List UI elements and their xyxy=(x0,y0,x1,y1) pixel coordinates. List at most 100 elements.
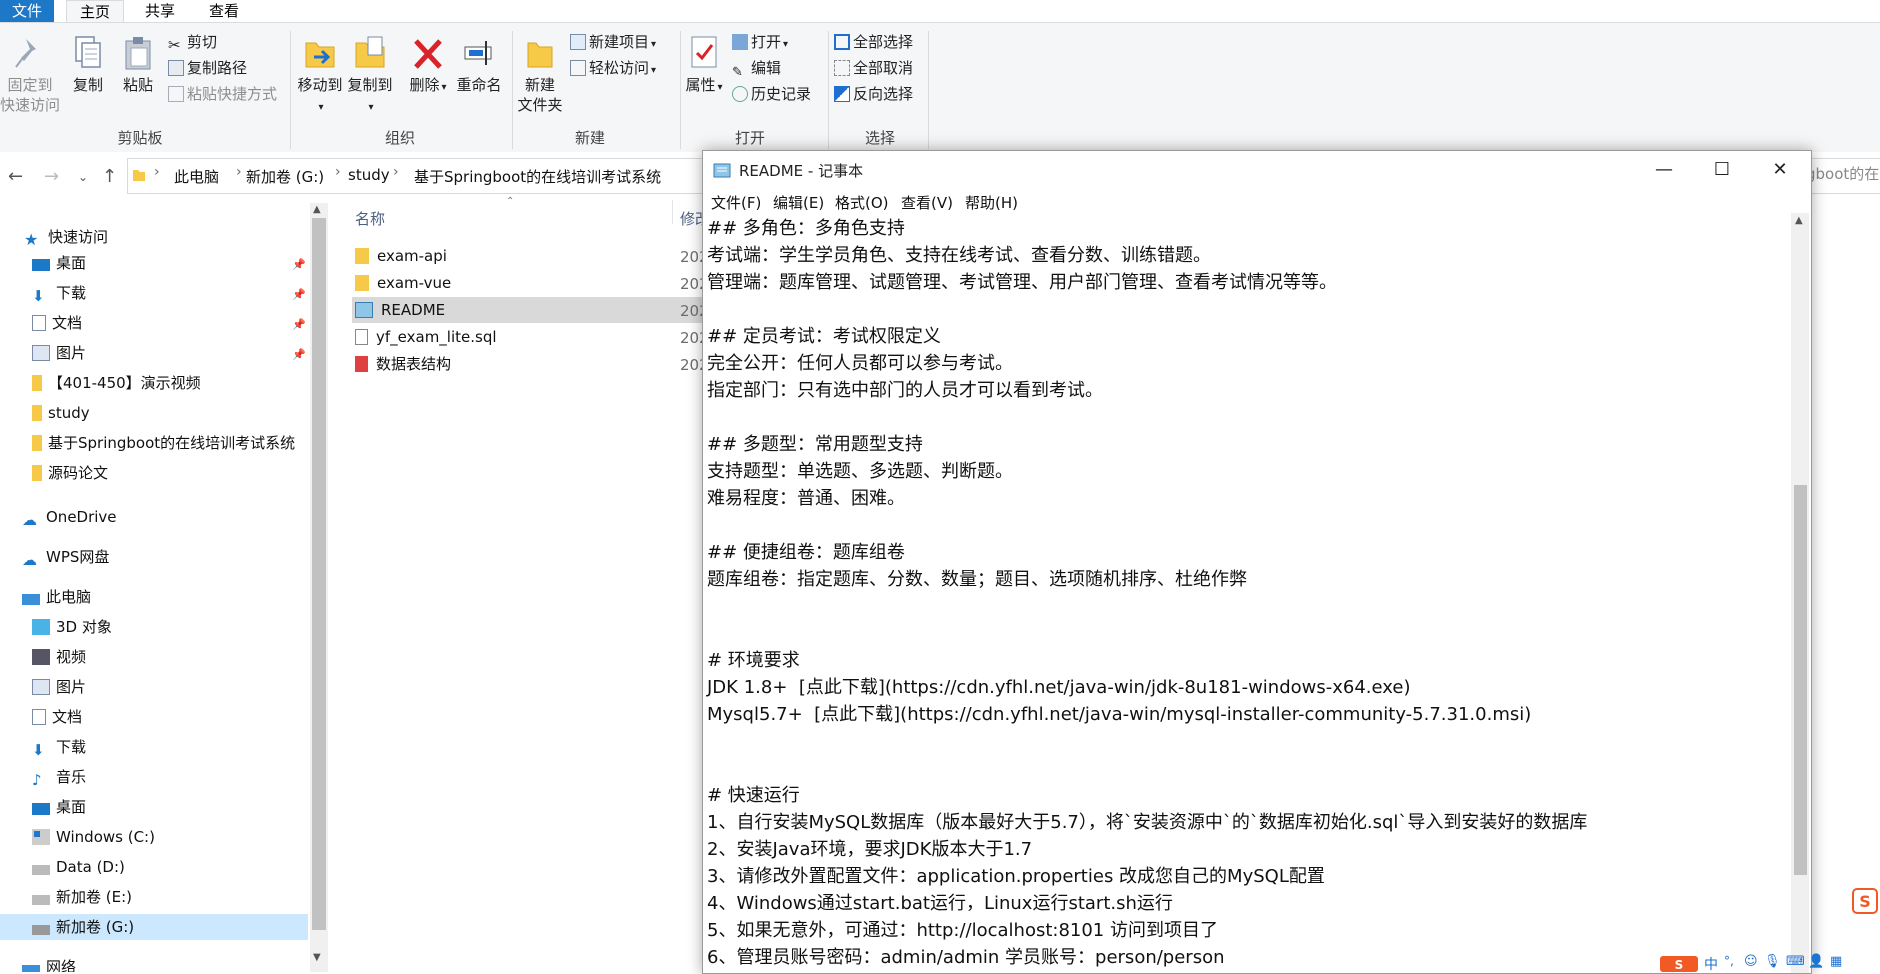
nav-folder-study[interactable]: study xyxy=(32,400,90,426)
cut-button[interactable]: ✂ 剪切 xyxy=(168,31,217,54)
rename-icon xyxy=(464,41,492,65)
up-arrow-icon[interactable]: ↑ xyxy=(102,166,117,187)
sort-up-chevron-icon: ⌃ xyxy=(506,196,515,207)
close-icon[interactable]: ✕ xyxy=(1757,157,1803,183)
forward-arrow-icon[interactable]: → xyxy=(44,166,59,187)
list-item[interactable]: exam-api xyxy=(355,243,447,269)
tab-view[interactable]: 查看 xyxy=(204,0,244,22)
sogou-ime-icon[interactable]: S xyxy=(1852,888,1878,914)
invert-selection-button[interactable]: 反向选择 xyxy=(834,83,913,105)
ime-mode-label[interactable]: 中 xyxy=(1704,954,1718,974)
punctuation-icon[interactable]: °, xyxy=(1724,954,1734,968)
nav-this-pc[interactable]: 此电脑 xyxy=(22,584,91,610)
scroll-up-arrow-icon[interactable]: ▲ xyxy=(1795,215,1803,226)
notepad-scrollbar-thumb[interactable] xyxy=(1794,485,1807,875)
recent-locations-chevron-icon[interactable]: ⌄ xyxy=(78,170,88,184)
back-arrow-icon[interactable]: ← xyxy=(8,166,23,187)
column-divider[interactable] xyxy=(672,200,673,224)
select-all-label: 全部选择 xyxy=(853,33,914,51)
nav-drive-e[interactable]: 新加卷 (E:) xyxy=(32,884,132,910)
nav-drive-g[interactable]: 新加卷 (G:) xyxy=(0,914,308,940)
minimize-icon[interactable]: — xyxy=(1641,157,1687,183)
file-name: exam-api xyxy=(377,247,447,265)
menu-format[interactable]: 格式(O) xyxy=(835,192,889,213)
history-button[interactable]: 历史记录 xyxy=(732,83,811,105)
grid-icon[interactable]: ▦ xyxy=(1830,954,1842,969)
nav-wps[interactable]: ☁ WPS网盘 xyxy=(22,544,109,570)
list-item[interactable]: yf_exam_lite.sql xyxy=(355,324,497,350)
new-folder-button[interactable]: 新建 文件夹 xyxy=(516,33,564,115)
column-header-name[interactable]: 名称 xyxy=(355,208,385,229)
nav-label: 文档 xyxy=(52,314,83,332)
list-item[interactable]: README xyxy=(355,297,445,323)
nav-documents[interactable]: 文档 xyxy=(32,310,82,336)
paste-shortcut-button[interactable]: 粘贴快捷方式 xyxy=(168,83,277,105)
breadcrumb-this-pc[interactable]: 此电脑 xyxy=(174,166,219,187)
menu-view[interactable]: 查看(V) xyxy=(901,192,953,213)
breadcrumb-study[interactable]: study xyxy=(348,166,390,184)
open-button[interactable]: 打开 ▾ xyxy=(732,31,788,53)
microphone-icon[interactable]: 🎙 xyxy=(1764,954,1781,969)
menu-file[interactable]: 文件(F) xyxy=(711,192,761,213)
nav-3d-objects[interactable]: 3D 对象 xyxy=(32,614,112,640)
scroll-down-arrow-icon[interactable]: ▼ xyxy=(313,952,321,963)
nav-drive-d[interactable]: Data (D:) xyxy=(32,854,125,880)
picture-icon xyxy=(32,345,50,361)
file-name: 数据表结构 xyxy=(376,355,452,373)
notepad-title-bar[interactable]: README - 记事本 — ☐ ✕ xyxy=(703,151,1811,189)
nav-folder-papers[interactable]: 源码论文 xyxy=(32,460,108,486)
properties-button[interactable]: 属性 ▾ xyxy=(684,33,724,98)
tab-share[interactable]: 共享 xyxy=(140,0,180,22)
list-item[interactable]: exam-vue xyxy=(355,270,451,296)
breadcrumb-project[interactable]: 基于Springboot的在线培训考试系统 xyxy=(414,166,661,187)
emoji-icon[interactable]: ☺ xyxy=(1744,954,1758,969)
move-folder-icon xyxy=(305,42,335,68)
nav-onedrive[interactable]: ☁ OneDrive xyxy=(22,504,117,530)
maximize-icon[interactable]: ☐ xyxy=(1699,157,1745,183)
menu-help[interactable]: 帮助(H) xyxy=(965,192,1018,213)
notepad-text-area[interactable]: ## 多角色：多角色支持 考试端：学生学员角色、支持在线考试、查看分数、训练错题。… xyxy=(703,213,1789,973)
breadcrumb-drive-g[interactable]: 新加卷 (G:) xyxy=(246,166,324,187)
menu-edit[interactable]: 编辑(E) xyxy=(773,192,824,213)
nav-pc-desktop[interactable]: 桌面 xyxy=(32,794,86,820)
nav-folder-project[interactable]: 基于Springboot的在线培训考试系统 xyxy=(32,430,295,456)
copy-button[interactable]: 复制 xyxy=(68,33,108,95)
keyboard-icon[interactable]: ⌨ xyxy=(1786,954,1805,969)
delete-button[interactable]: 删除 ▾ xyxy=(406,33,450,98)
paste-button[interactable]: 粘贴 xyxy=(118,33,158,95)
nav-pictures[interactable]: 图片 xyxy=(32,340,86,366)
move-to-button[interactable]: 移动到 ▾ xyxy=(296,33,344,118)
scroll-up-arrow-icon[interactable]: ▲ xyxy=(313,204,321,215)
nav-videos[interactable]: 视频 xyxy=(32,644,86,670)
nav-downloads[interactable]: ⬇ 下载 xyxy=(32,280,86,306)
notepad-text-line: 4、Windows通过start.bat运行，Linux运行start.sh运行 xyxy=(707,893,1173,914)
tab-file[interactable]: 文件 xyxy=(0,0,54,22)
nav-pc-documents[interactable]: 文档 xyxy=(32,704,82,730)
edit-button[interactable]: ✎ 编辑 xyxy=(732,57,781,80)
picture-icon xyxy=(32,679,50,695)
notepad-text-line: 支持题型：单选题、多选题、判断题。 xyxy=(707,461,1013,482)
nav-pc-downloads[interactable]: ⬇ 下载 xyxy=(32,734,86,760)
nav-music[interactable]: ♪ 音乐 xyxy=(32,764,86,790)
copy-path-button[interactable]: 复制路径 xyxy=(168,57,247,79)
user-icon[interactable]: 👤 xyxy=(1808,954,1824,969)
select-none-button[interactable]: 全部取消 xyxy=(834,57,913,79)
nav-pc-pictures[interactable]: 图片 xyxy=(32,674,86,700)
copy-to-button[interactable]: 复制到 ▾ xyxy=(346,33,394,118)
tab-home[interactable]: 主页 xyxy=(66,0,124,23)
pin-quick-access-button[interactable]: 固定到 快速访问 xyxy=(0,33,60,115)
nav-label: 3D 对象 xyxy=(56,618,112,636)
nav-folder-demo[interactable]: 【401-450】演示视频 xyxy=(32,370,201,396)
nav-label: 网络 xyxy=(46,958,77,972)
list-item[interactable]: 数据表结构 xyxy=(355,351,451,377)
breadcrumb-separator-icon: › xyxy=(154,164,160,180)
easy-access-button[interactable]: 轻松访问 ▾ xyxy=(570,57,656,79)
new-item-button[interactable]: 新建项目 ▾ xyxy=(570,31,656,53)
nav-desktop[interactable]: 桌面 xyxy=(32,250,86,276)
nav-drive-c[interactable]: Windows (C:) xyxy=(32,824,155,850)
select-all-button[interactable]: 全部选择 xyxy=(834,31,913,53)
navigation-scrollbar-thumb[interactable] xyxy=(312,218,326,930)
nav-quick-access[interactable]: ★ 快速访问 xyxy=(24,224,108,250)
rename-button[interactable]: 重命名 xyxy=(454,33,504,95)
nav-network[interactable]: 网络 xyxy=(22,954,76,972)
